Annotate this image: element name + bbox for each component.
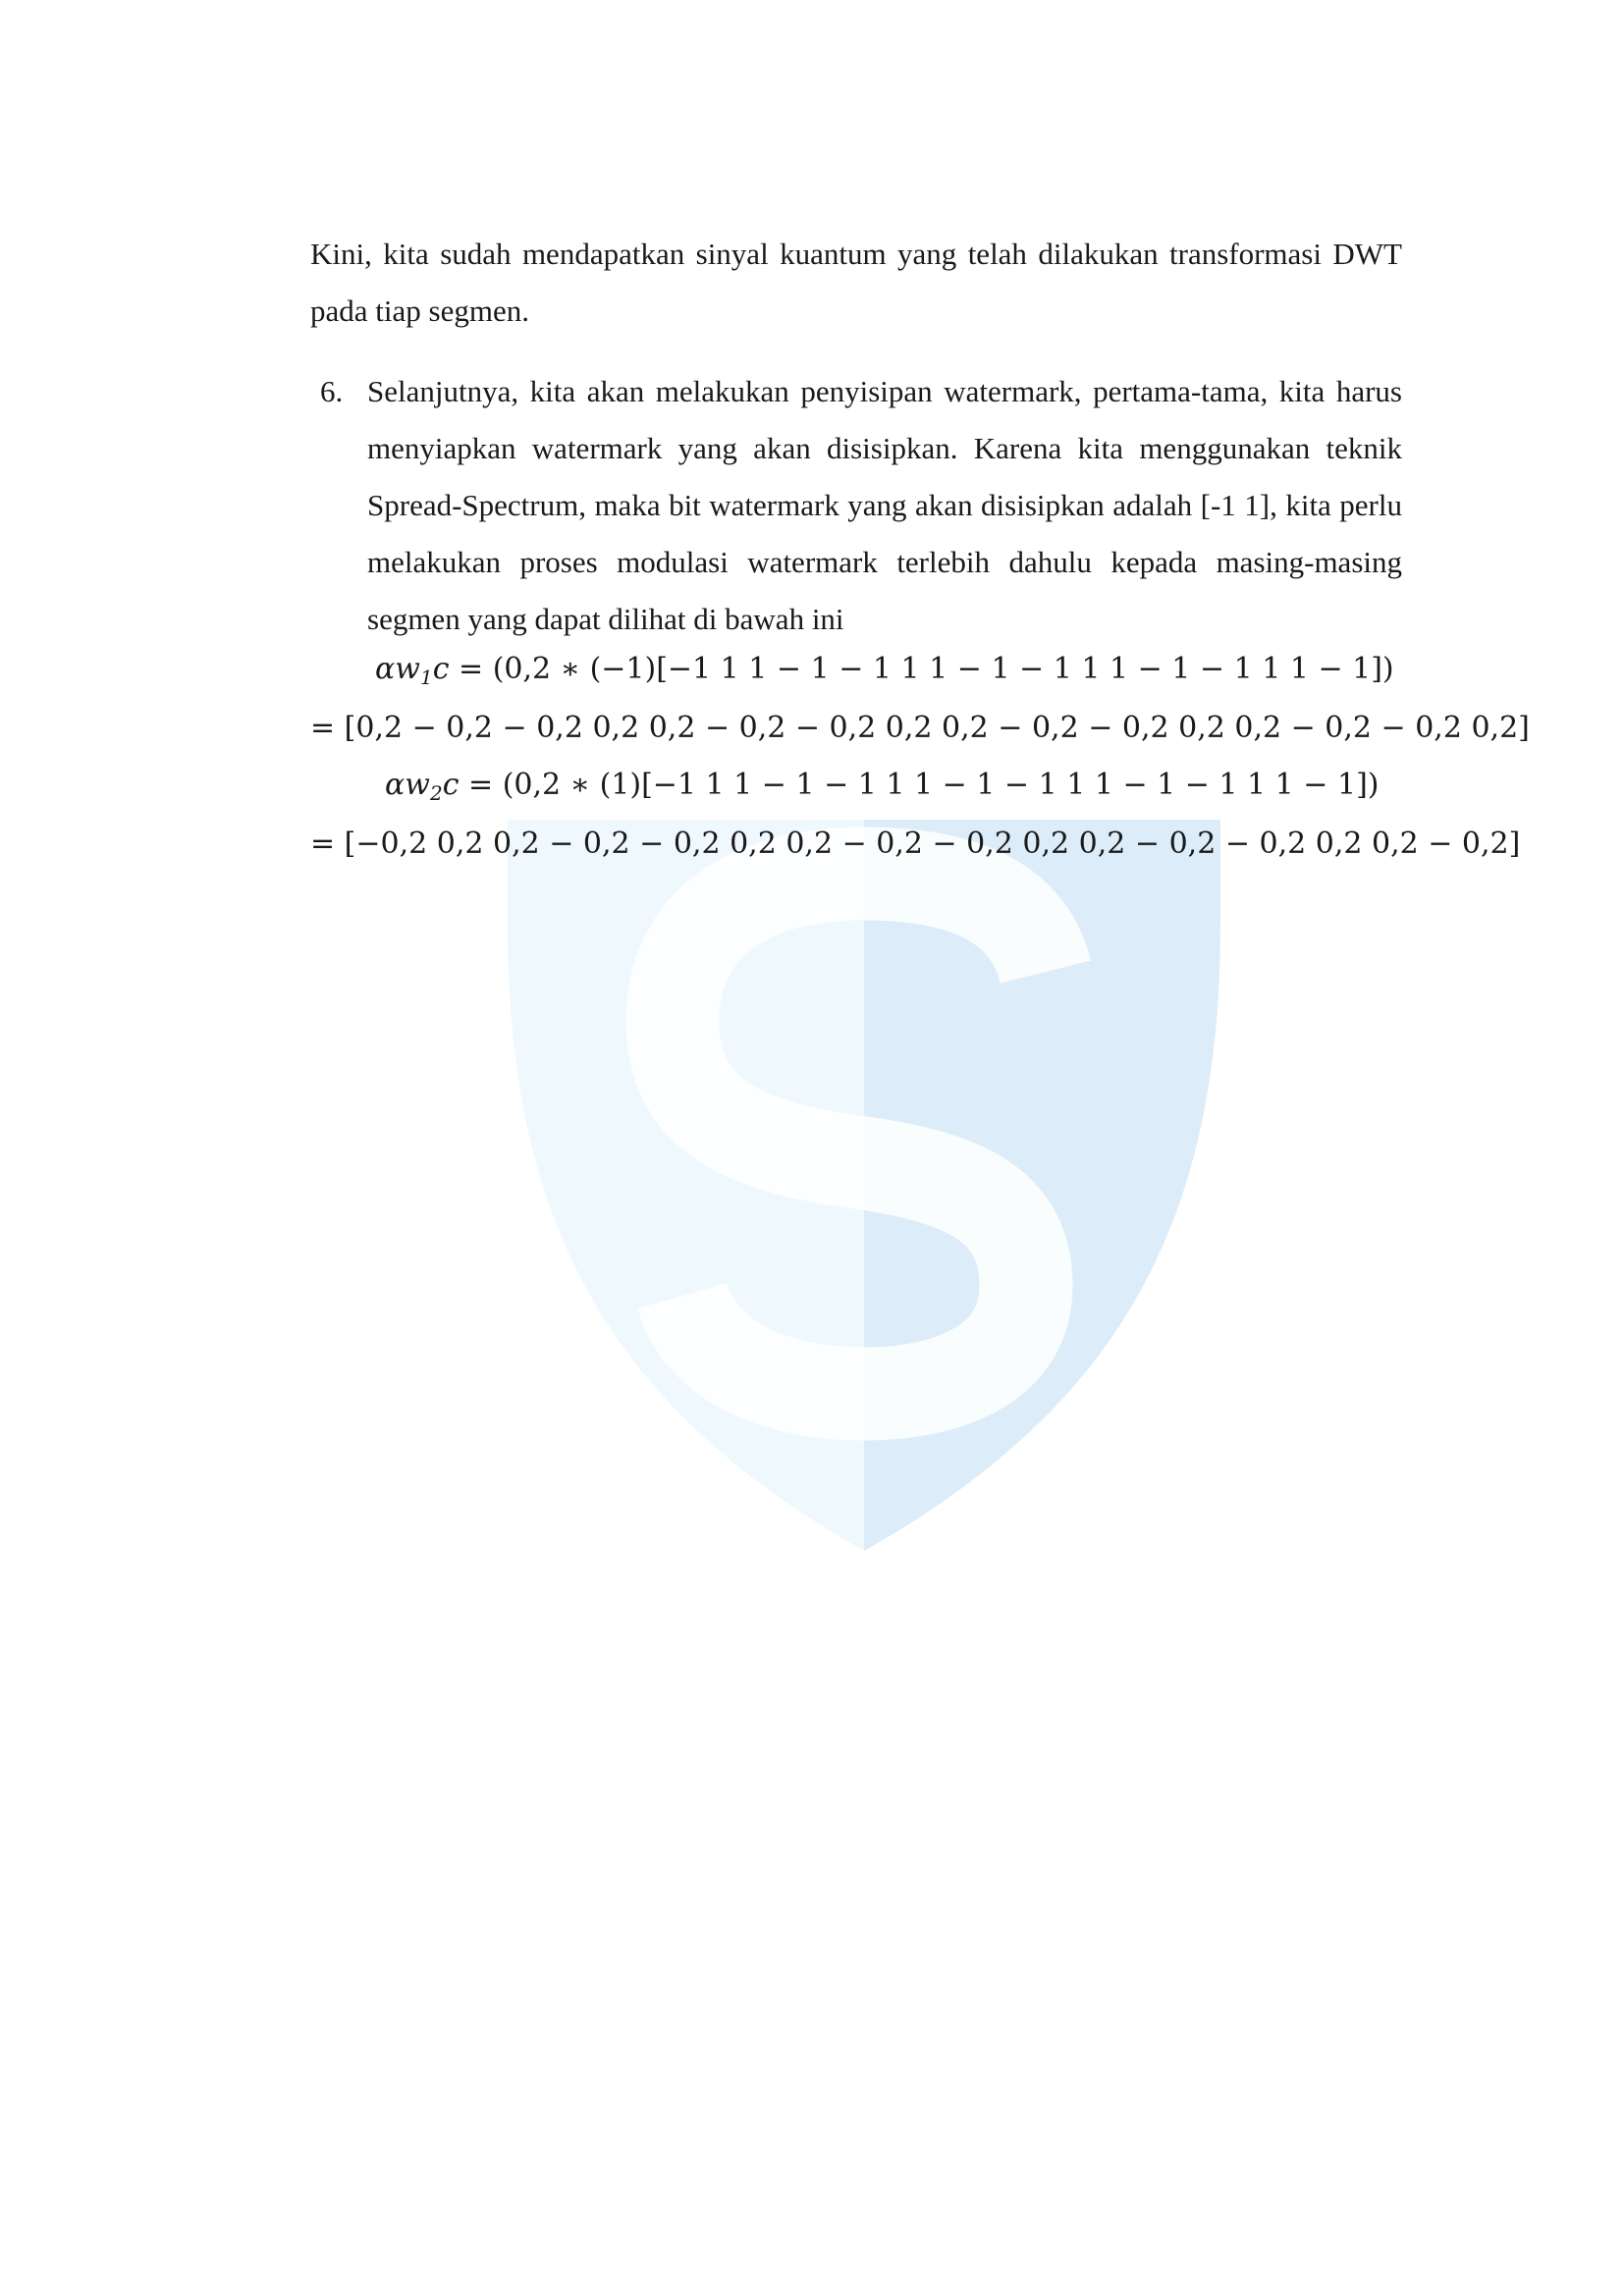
alpha-symbol: α [385, 768, 406, 802]
list-item-6: 6. Selanjutnya, kita akan melakukan peny… [310, 363, 1402, 648]
list-item-text: Selanjutnya, kita akan melakukan penyisi… [367, 374, 1402, 636]
w-symbol: w [405, 768, 430, 802]
w-symbol: w [395, 652, 420, 686]
w-subscript: 2 [429, 781, 443, 805]
equation-2-result: = [−0,2 0,2 0,2 − 0,2 − 0,2 0,2 0,2 − 0,… [310, 827, 1521, 861]
list-number: 6. [320, 374, 344, 408]
c-symbol: c [432, 652, 450, 686]
intro-paragraph: Kini, kita sudah mendapatkan sinyal kuan… [310, 237, 1402, 328]
equation-1-definition: αw1c = (0,2 ∗ (−1)[−1 1 1 − 1 − 1 1 1 − … [375, 652, 1394, 689]
document-page: Kini, kita sudah mendapatkan sinyal kuan… [0, 0, 1624, 2296]
w-subscript: 1 [419, 666, 433, 689]
equation-1-result: = [0,2 − 0,2 − 0,2 0,2 0,2 − 0,2 − 0,2 0… [310, 711, 1530, 745]
c-symbol: c [442, 768, 460, 802]
equation-1-rhs: = (0,2 ∗ (−1)[−1 1 1 − 1 − 1 1 1 − 1 − 1… [449, 652, 1394, 686]
equation-2-definition: αw2c = (0,2 ∗ (1)[−1 1 1 − 1 − 1 1 1 − 1… [385, 768, 1379, 805]
alpha-symbol: α [375, 652, 396, 686]
equation-2-rhs: = (0,2 ∗ (1)[−1 1 1 − 1 − 1 1 1 − 1 − 1 … [459, 768, 1380, 802]
